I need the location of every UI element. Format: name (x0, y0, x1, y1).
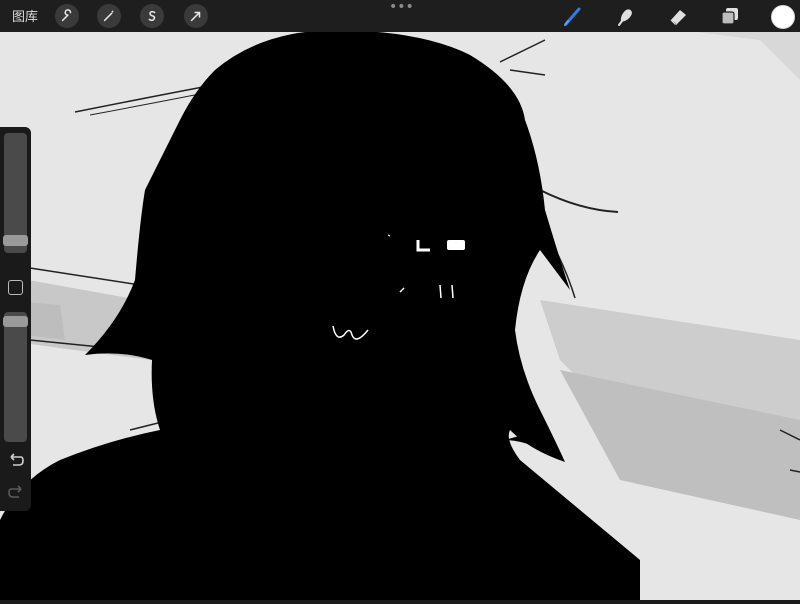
layers-icon (721, 8, 738, 25)
top-toolbar: 图库 ••• (0, 0, 800, 32)
smudge-tool-button[interactable] (614, 4, 638, 28)
wrench-icon (61, 9, 72, 22)
brush-icon (564, 7, 581, 26)
undo-icon[interactable] (7, 453, 25, 467)
layers-button[interactable] (718, 4, 742, 28)
brush-tool-button[interactable] (561, 4, 585, 28)
color-picker-button[interactable] (771, 5, 795, 29)
drawing-canvas[interactable] (0, 0, 800, 600)
gallery-button[interactable]: 图库 (12, 6, 38, 25)
adjustments-button[interactable] (97, 4, 121, 28)
more-options-icon[interactable]: ••• (389, 0, 414, 14)
actions-wrench-button[interactable] (55, 4, 79, 28)
canvas-artwork (0, 0, 800, 600)
transform-arrow-icon (190, 11, 201, 22)
selection-button[interactable] (140, 4, 164, 28)
redo-icon[interactable] (7, 485, 25, 499)
smudge-icon (618, 9, 632, 26)
brush-size-slider[interactable] (3, 133, 28, 253)
transform-button[interactable] (184, 4, 208, 28)
selection-s-icon (148, 10, 156, 22)
opacity-slider[interactable] (3, 312, 28, 442)
left-sidebar (0, 127, 31, 511)
magic-wand-icon (103, 10, 114, 22)
eraser-icon (670, 10, 686, 25)
eraser-tool-button[interactable] (666, 4, 690, 28)
opacity-thumb[interactable] (3, 316, 28, 327)
brush-size-thumb[interactable] (3, 235, 28, 246)
modify-button[interactable] (8, 280, 23, 295)
